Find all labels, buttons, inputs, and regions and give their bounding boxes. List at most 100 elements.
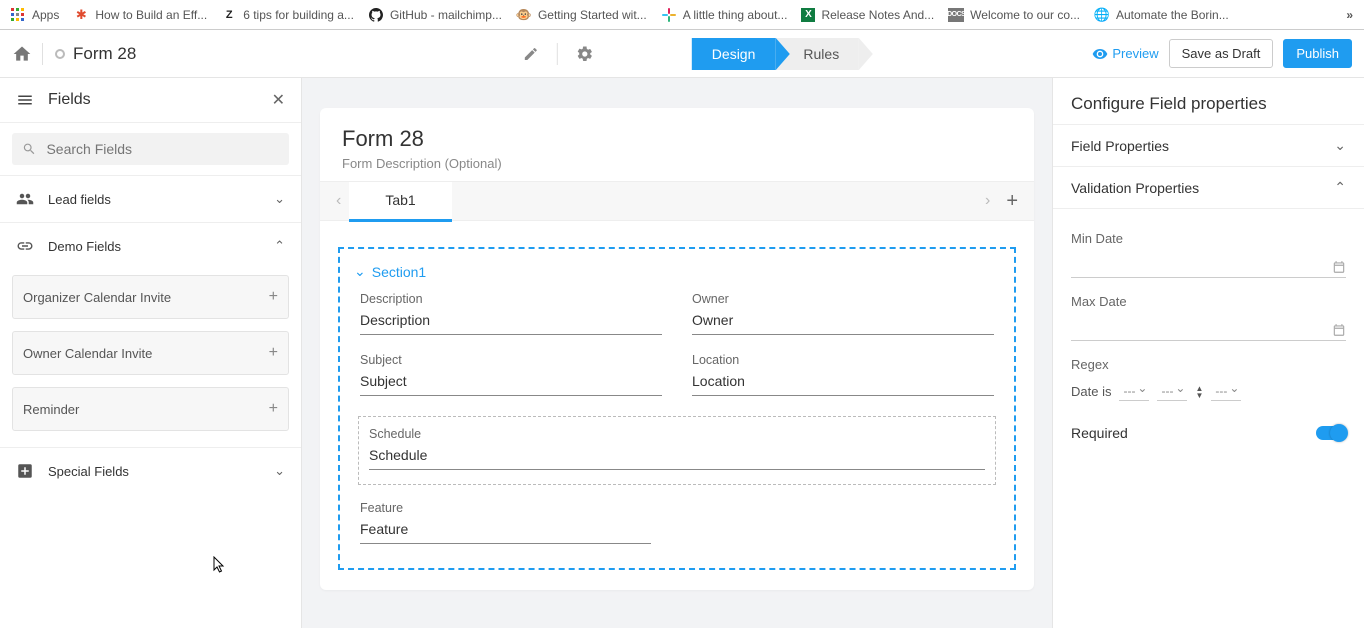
field-location[interactable]: Location Location xyxy=(692,353,994,396)
section-label: Special Fields xyxy=(48,464,129,479)
form-card: Form 28 Form Description (Optional) ‹ Ta… xyxy=(320,108,1034,590)
prop-label: Validation Properties xyxy=(1071,180,1199,196)
star-icon: ✱ xyxy=(73,7,89,23)
bookmarks-overflow[interactable]: » xyxy=(1346,8,1354,22)
search-input[interactable] xyxy=(46,141,279,157)
bookmark-item[interactable]: ✱ How to Build an Eff... xyxy=(73,7,207,23)
field-value: Location xyxy=(692,373,994,396)
bookmark-label: 6 tips for building a... xyxy=(243,8,354,22)
field-label: Owner xyxy=(692,292,994,306)
bookmark-item[interactable]: A little thing about... xyxy=(661,7,788,23)
form-canvas: Form 28 Form Description (Optional) ‹ Ta… xyxy=(302,78,1052,628)
regex-prefix: Date is xyxy=(1071,384,1111,399)
chevron-left-icon[interactable]: ‹ xyxy=(328,192,349,210)
field-item[interactable]: Owner Calendar Invite + xyxy=(12,331,289,375)
field-subject[interactable]: Subject Subject xyxy=(360,353,662,396)
home-icon[interactable] xyxy=(12,44,32,64)
field-properties-toggle[interactable]: Field Properties ⌄ xyxy=(1053,124,1364,166)
bookmark-item[interactable]: DOCS Welcome to our co... xyxy=(948,8,1080,22)
save-draft-button[interactable]: Save as Draft xyxy=(1169,39,1274,68)
min-date-input[interactable] xyxy=(1071,256,1346,278)
field-item-label: Organizer Calendar Invite xyxy=(23,290,171,305)
fields-sidebar: Fields ✕ Lead fields ⌄ Demo Fields ⌃ Org… xyxy=(0,78,302,628)
globe-icon: 🌐 xyxy=(1094,7,1110,23)
section-box[interactable]: ⌄ Section1 Description Description Owner… xyxy=(338,247,1016,570)
field-item[interactable]: Organizer Calendar Invite + xyxy=(12,275,289,319)
menu-icon[interactable] xyxy=(16,91,34,109)
pencil-icon[interactable] xyxy=(505,46,557,62)
chevron-right-icon[interactable]: › xyxy=(977,192,998,210)
demo-fields-section[interactable]: Demo Fields ⌃ xyxy=(0,222,301,269)
panel-title: Configure Field properties xyxy=(1053,78,1364,124)
chevron-down-icon: ⌄ xyxy=(354,263,366,280)
bookmark-item[interactable]: Z 6 tips for building a... xyxy=(221,7,354,23)
close-icon[interactable]: ✕ xyxy=(272,90,285,110)
canvas-form-description[interactable]: Form Description (Optional) xyxy=(342,156,1012,171)
field-item-label: Reminder xyxy=(23,402,79,417)
field-description[interactable]: Description Description xyxy=(360,292,662,335)
bookmark-item[interactable]: X Release Notes And... xyxy=(801,8,934,22)
regex-select-3[interactable]: --- xyxy=(1211,382,1241,401)
field-label: Location xyxy=(692,353,994,367)
section-name: Section1 xyxy=(372,264,426,280)
section-title[interactable]: ⌄ Section1 xyxy=(354,263,1000,280)
special-fields-section[interactable]: Special Fields ⌄ xyxy=(0,448,301,494)
bookmarks-bar: Apps ✱ How to Build an Eff... Z 6 tips f… xyxy=(0,0,1364,30)
chevron-up-icon: ⌃ xyxy=(1334,179,1346,196)
add-tab-icon[interactable]: + xyxy=(998,190,1026,213)
excel-icon: X xyxy=(801,8,815,22)
search-box[interactable] xyxy=(12,133,289,165)
tabs-row: ‹ Tab1 › + xyxy=(320,181,1034,221)
preview-label: Preview xyxy=(1112,46,1158,61)
prop-label: Regex xyxy=(1071,357,1346,372)
preview-link[interactable]: Preview xyxy=(1092,46,1158,62)
bookmark-item[interactable]: GitHub - mailchimp... xyxy=(368,7,502,23)
field-schedule[interactable]: Schedule Schedule xyxy=(358,416,996,485)
plus-icon[interactable]: + xyxy=(269,288,278,306)
field-owner[interactable]: Owner Owner xyxy=(692,292,994,335)
search-icon xyxy=(22,141,36,157)
docs-icon: DOCS xyxy=(948,8,964,22)
mode-segment: Design Rules xyxy=(692,38,859,70)
github-icon xyxy=(368,7,384,23)
max-date-input[interactable] xyxy=(1071,319,1346,341)
regex-select-2[interactable]: --- xyxy=(1157,382,1187,401)
field-value: Schedule xyxy=(369,447,985,470)
number-stepper[interactable]: ▲▼ xyxy=(1195,385,1203,399)
bookmark-label: A little thing about... xyxy=(683,8,788,22)
lead-fields-section[interactable]: Lead fields ⌄ xyxy=(0,175,301,222)
plus-icon[interactable]: + xyxy=(269,344,278,362)
bookmark-label: Apps xyxy=(32,8,59,22)
cursor-icon xyxy=(212,556,226,574)
people-icon xyxy=(16,190,34,208)
field-item[interactable]: Reminder + xyxy=(12,387,289,431)
eye-icon xyxy=(1092,46,1108,62)
tab-1[interactable]: Tab1 xyxy=(349,182,451,222)
field-label: Schedule xyxy=(369,427,985,441)
field-label: Subject xyxy=(360,353,662,367)
publish-button[interactable]: Publish xyxy=(1283,39,1352,68)
segment-design[interactable]: Design xyxy=(692,38,776,70)
plus-icon[interactable]: + xyxy=(269,400,278,418)
canvas-form-title[interactable]: Form 28 xyxy=(342,126,1012,152)
app-header: Form 28 Design Rules Preview Save as Dra… xyxy=(0,30,1364,78)
chevron-down-icon: ⌄ xyxy=(1334,137,1346,154)
gear-icon[interactable] xyxy=(558,45,612,63)
bookmark-apps[interactable]: Apps xyxy=(10,7,59,23)
bookmark-label: Welcome to our co... xyxy=(970,8,1080,22)
bookmark-item[interactable]: 🐵 Getting Started wit... xyxy=(516,7,647,23)
max-date-field: Max Date xyxy=(1071,294,1346,341)
field-value: Description xyxy=(360,312,662,335)
mailchimp-icon: 🐵 xyxy=(516,7,532,23)
chevron-down-icon: ⌄ xyxy=(274,463,285,479)
regex-select-1[interactable]: --- xyxy=(1119,382,1149,401)
link-icon xyxy=(16,237,34,255)
field-feature[interactable]: Feature Feature xyxy=(360,501,651,544)
bookmark-item[interactable]: 🌐 Automate the Borin... xyxy=(1094,7,1229,23)
field-value: Owner xyxy=(692,312,994,335)
required-toggle[interactable] xyxy=(1316,426,1346,440)
add-box-icon xyxy=(16,462,34,480)
validation-properties-toggle[interactable]: Validation Properties ⌃ xyxy=(1053,166,1364,208)
prop-label: Max Date xyxy=(1071,294,1346,309)
prop-label: Required xyxy=(1071,425,1128,441)
